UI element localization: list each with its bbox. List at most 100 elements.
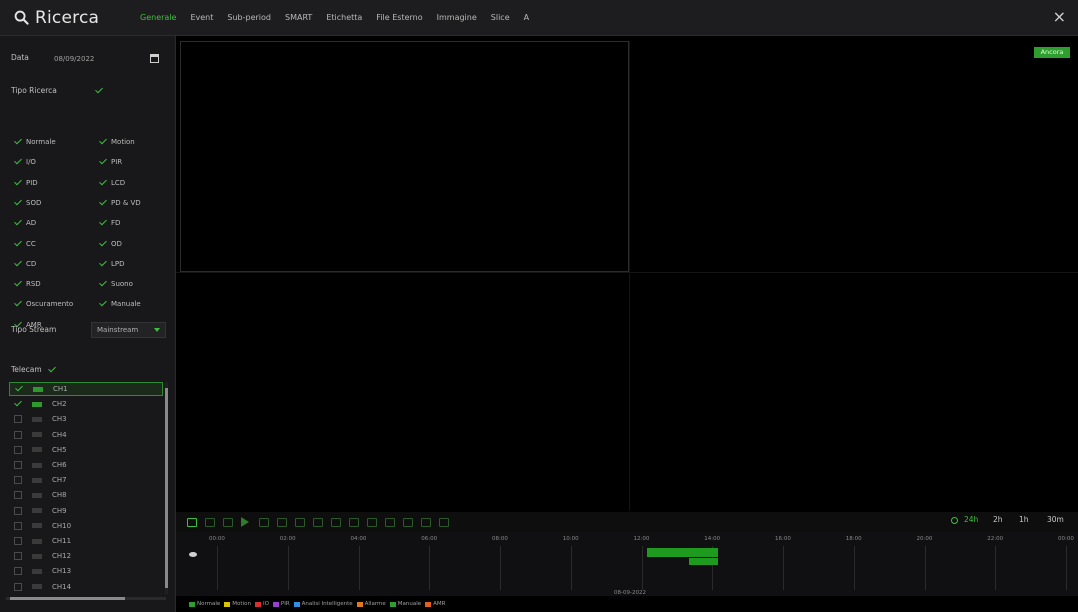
search-type-od[interactable]: OD [99, 240, 122, 248]
channel-checkbox[interactable] [15, 385, 23, 393]
channel-checkbox[interactable] [14, 491, 22, 500]
calendar-icon[interactable] [150, 54, 159, 63]
fullscreen-icon[interactable] [187, 518, 197, 527]
channel-checkbox[interactable] [14, 582, 22, 591]
zoom-option-2h[interactable]: 2h [993, 515, 1003, 524]
checkbox[interactable] [99, 300, 107, 308]
tab-a[interactable]: A [524, 13, 529, 22]
play-icon[interactable] [241, 517, 249, 527]
video-pane-2[interactable] [630, 41, 1078, 272]
pause-icon[interactable] [223, 518, 233, 527]
channel-row-ch14[interactable]: CH14 [9, 580, 163, 594]
date-field[interactable]: 08/09/2022 [48, 52, 148, 66]
checkbox[interactable] [14, 138, 22, 146]
search-type-manuale[interactable]: Manuale [99, 300, 141, 308]
checkbox[interactable] [99, 240, 107, 248]
status-badge[interactable]: Ancora [1034, 47, 1070, 58]
search-type-i-o[interactable]: I/O [14, 158, 36, 166]
recording-segment-ch2[interactable] [688, 558, 719, 565]
channel-checkbox[interactable] [14, 430, 22, 439]
video-pane-3[interactable] [176, 273, 629, 511]
channel-row-ch4[interactable]: CH4 [9, 428, 163, 442]
prev-frame-icon[interactable] [205, 518, 215, 527]
checkbox[interactable] [99, 260, 107, 268]
rewind-icon[interactable] [277, 518, 287, 527]
tab-generale[interactable]: Generale [140, 13, 176, 22]
channel-row-ch3[interactable]: CH3 [9, 412, 163, 426]
slow-icon[interactable] [313, 518, 323, 527]
tab-sub-period[interactable]: Sub-period [227, 13, 271, 22]
cameras-all-checkbox[interactable] [48, 366, 56, 374]
checkbox[interactable] [99, 199, 107, 207]
channel-scrollbar-thumb[interactable] [165, 388, 168, 588]
channel-checkbox[interactable] [14, 567, 22, 576]
checkbox[interactable] [14, 158, 22, 166]
clip-icon[interactable] [349, 518, 359, 527]
close-button[interactable]: × [1053, 9, 1066, 25]
search-type-motion[interactable]: Motion [99, 138, 135, 146]
search-type-cc[interactable]: CC [14, 240, 36, 248]
search-type-cd[interactable]: CD [14, 260, 36, 268]
channel-row-ch6[interactable]: CH6 [9, 458, 163, 472]
channel-checkbox[interactable] [14, 415, 22, 424]
search-type-lcd[interactable]: LCD [99, 179, 125, 187]
zoom-option-30m[interactable]: 30m [1047, 515, 1064, 524]
checkbox[interactable] [99, 158, 107, 166]
search-type-pd-vd[interactable]: PD & VD [99, 199, 141, 207]
search-type-lpd[interactable]: LPD [99, 260, 125, 268]
search-type-pid[interactable]: PID [14, 179, 38, 187]
checkbox[interactable] [14, 240, 22, 248]
checkbox[interactable] [14, 219, 22, 227]
channel-checkbox[interactable] [14, 461, 22, 469]
search-type-sod[interactable]: SOD [14, 199, 41, 207]
zoom-radio-icon[interactable] [951, 517, 958, 524]
tab-etichetta[interactable]: Etichetta [326, 13, 362, 22]
eye-icon[interactable] [189, 552, 197, 557]
channel-scrollbar[interactable] [165, 382, 168, 594]
tab-event[interactable]: Event [190, 13, 213, 22]
fast-icon[interactable] [331, 518, 341, 527]
forward-icon[interactable] [295, 518, 305, 527]
channel-row-ch8[interactable]: CH8 [9, 488, 163, 502]
channel-checkbox[interactable] [14, 445, 22, 454]
checkbox[interactable] [14, 300, 22, 308]
channel-checkbox[interactable] [14, 400, 22, 408]
video-pane-1[interactable] [180, 41, 629, 272]
lock-icon[interactable] [403, 518, 413, 527]
checkbox[interactable] [14, 179, 22, 187]
channel-checkbox[interactable] [14, 537, 22, 545]
checkbox[interactable] [99, 280, 107, 288]
channel-checkbox[interactable] [14, 552, 22, 561]
snapshot-icon[interactable] [367, 518, 377, 527]
channel-row-ch11[interactable]: CH11 [9, 534, 163, 548]
search-type-all-checkbox[interactable] [95, 87, 103, 95]
search-type-pir[interactable]: PIR [99, 158, 122, 166]
video-pane-4[interactable] [630, 273, 1078, 511]
checkbox[interactable] [14, 280, 22, 288]
channel-checkbox[interactable] [14, 476, 22, 485]
search-type-oscuramento[interactable]: Oscuramento [14, 300, 73, 308]
channel-row-ch7[interactable]: CH7 [9, 473, 163, 487]
channel-row-ch13[interactable]: CH13 [9, 564, 163, 578]
checkbox[interactable] [99, 179, 107, 187]
channel-row-ch12[interactable]: CH12 [9, 549, 163, 563]
zoom-option-24h[interactable]: 24h [964, 515, 978, 524]
search-type-suono[interactable]: Suono [99, 280, 133, 288]
search-type-normale[interactable]: Normale [14, 138, 56, 146]
checkbox[interactable] [99, 219, 107, 227]
channel-row-ch2[interactable]: CH2 [9, 397, 163, 411]
tag-icon[interactable] [421, 518, 431, 527]
sidebar-horizontal-scrollbar-thumb[interactable] [10, 597, 125, 600]
checkbox[interactable] [99, 138, 107, 146]
search-type-ad[interactable]: AD [14, 219, 36, 227]
tab-slice[interactable]: Slice [491, 13, 510, 22]
tab-immagine[interactable]: Immagine [437, 13, 477, 22]
channel-row-ch9[interactable]: CH9 [9, 504, 163, 518]
sidebar-horizontal-scrollbar[interactable] [6, 597, 166, 600]
channel-row-ch1[interactable]: CH1 [9, 382, 163, 396]
checkbox[interactable] [14, 260, 22, 268]
next-frame-icon[interactable] [259, 518, 269, 527]
checkbox[interactable] [14, 199, 22, 207]
recording-segment-ch1[interactable] [647, 548, 719, 557]
settings-icon[interactable] [439, 518, 449, 527]
